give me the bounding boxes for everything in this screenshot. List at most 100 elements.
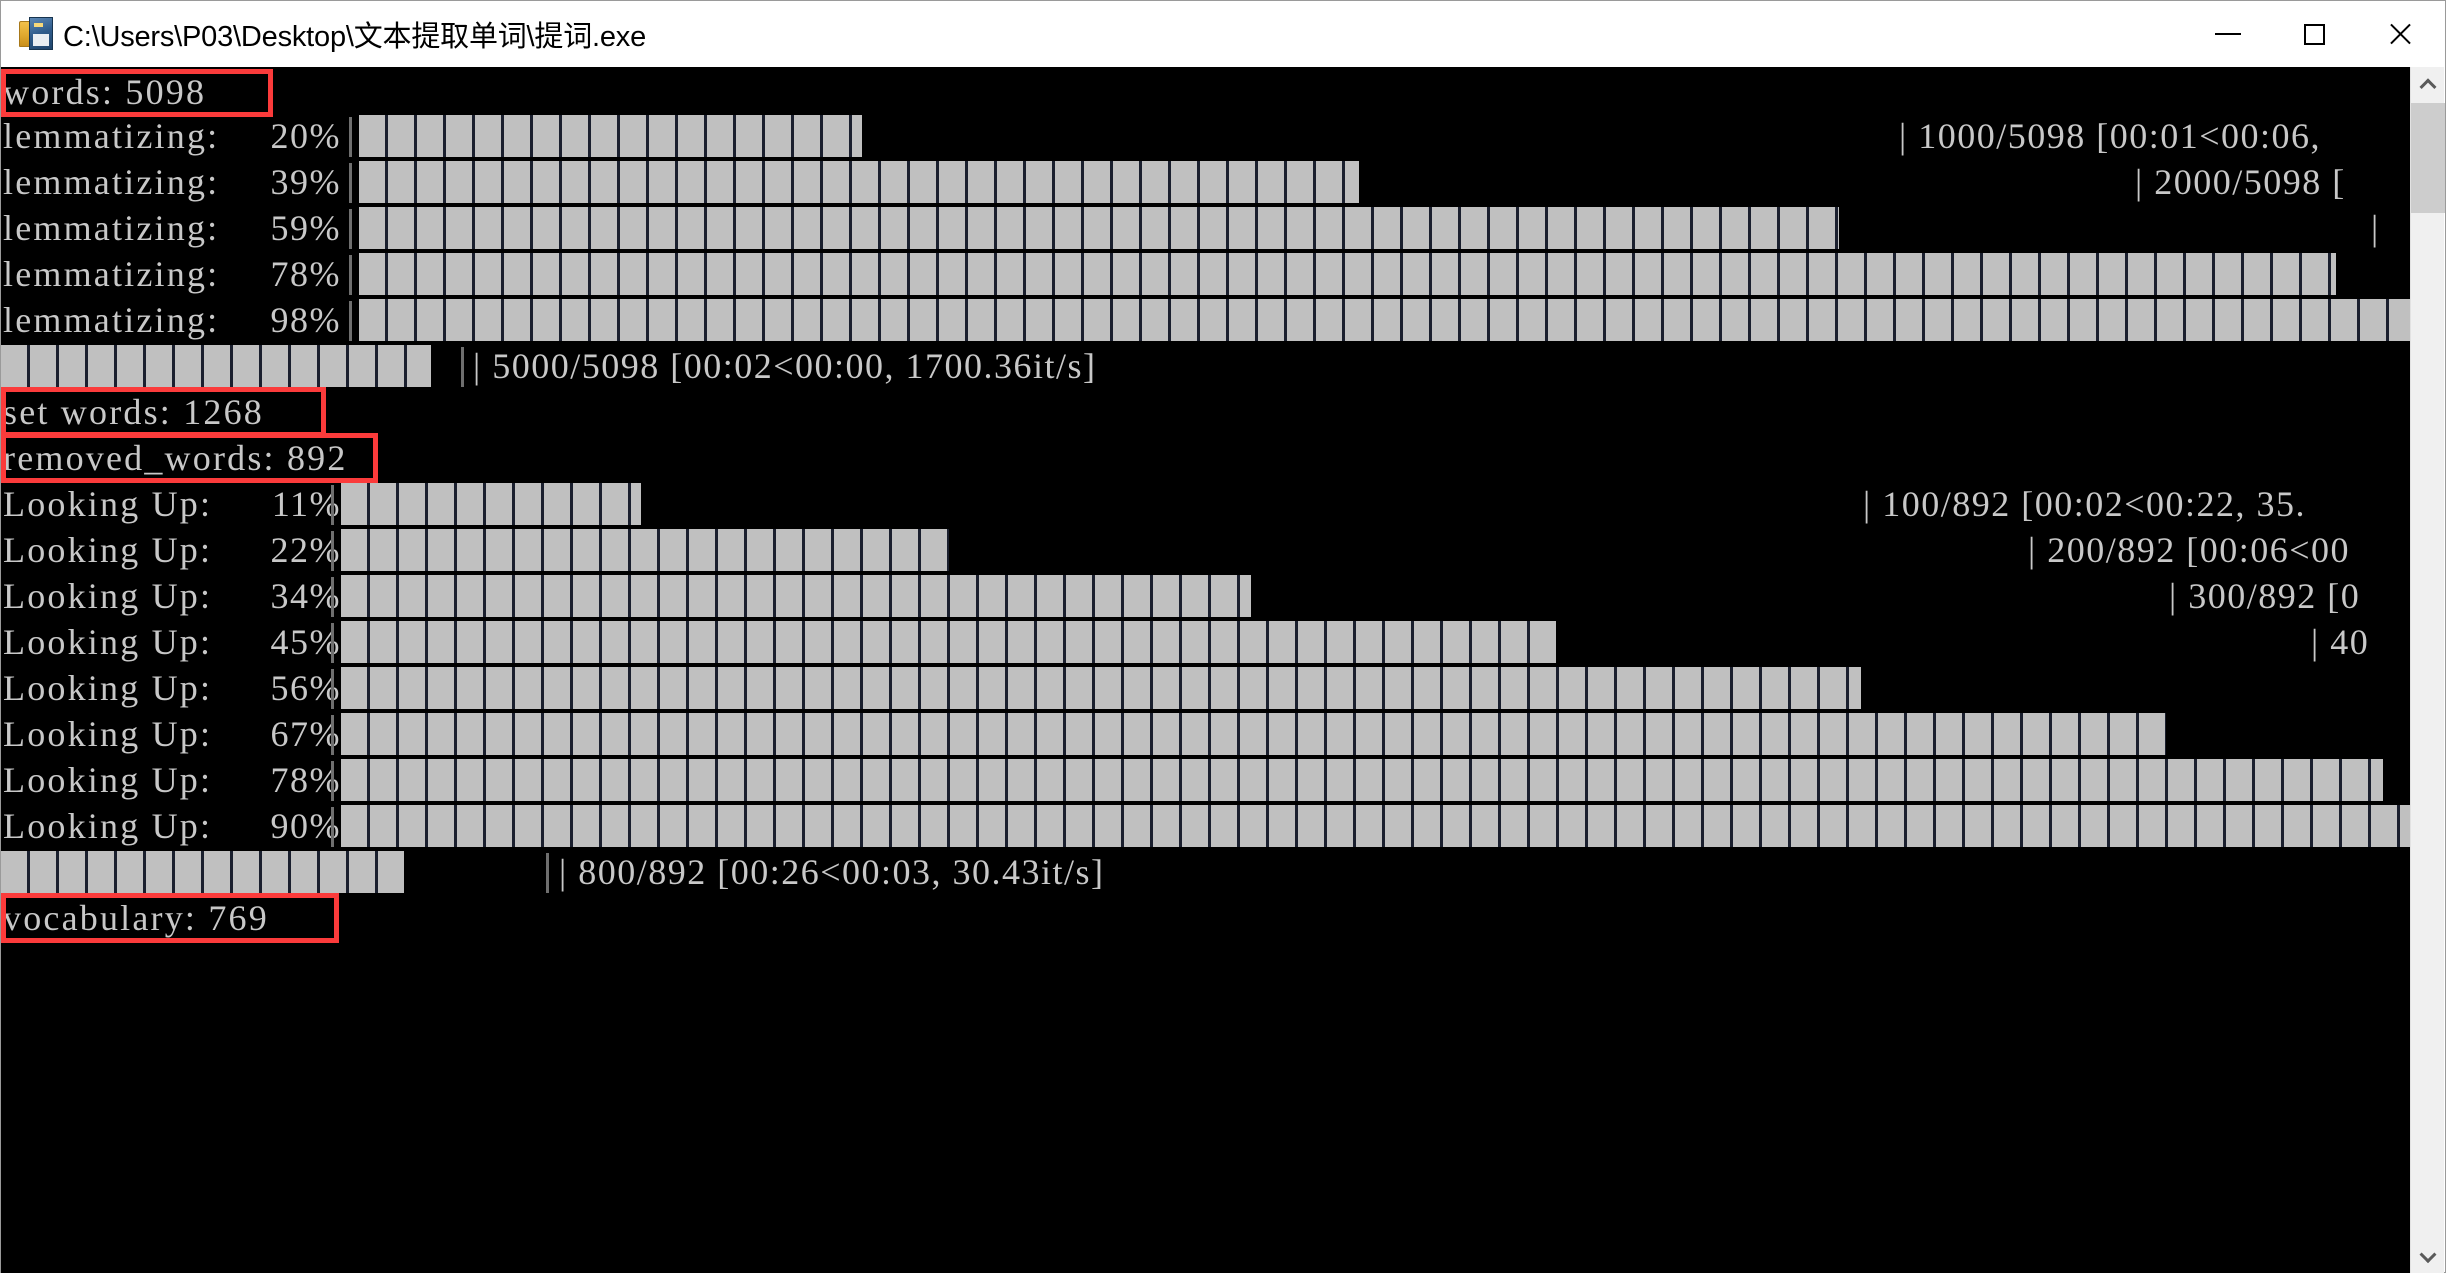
progress-stats: | 5000/5098 [00:02<00:00, 1700.36it/s] [473,346,1097,386]
summary-set-words: set words: 1268 [3,392,264,432]
scroll-thumb[interactable] [2411,103,2445,213]
bar-separator [331,807,334,847]
progress-label: Looking Up: [3,622,213,662]
progress-row-lookingup-2: Looking Up: 22% | 200/892 [00:06<00 [1,527,2411,573]
progress-percent: 78% [270,760,341,800]
progress-bar-fill [359,115,862,157]
progress-row-lookingup-final: | 800/892 [00:26<00:03, 30.43it/s] [1,849,2411,895]
progress-label: Looking Up: [3,484,213,524]
progress-row-lookingup-4: Looking Up: 45% | 40 [1,619,2411,665]
bar-separator [331,715,334,755]
bar-separator [349,209,352,249]
progress-label: lemmatizing: [3,162,220,202]
progress-bar-fill [341,805,2411,847]
console-output-area[interactable]: words: 5098 lemmatizing: 20% | 1000/5098… [1,67,2411,1273]
progress-label: Looking Up: [3,806,213,846]
progress-bar-fill [341,759,2383,801]
bar-separator [331,669,334,709]
vertical-scrollbar[interactable] [2410,67,2445,1273]
progress-percent: 98% [270,300,341,340]
window-controls [2185,2,2443,66]
progress-label: lemmatizing: [3,208,220,248]
progress-label: lemmatizing: [3,254,220,294]
bar-separator [349,301,352,341]
progress-percent: 45% [270,622,341,662]
minimize-button[interactable] [2185,2,2271,66]
bar-separator [331,761,334,801]
progress-percent: 90% [270,806,341,846]
bar-separator [331,623,334,663]
progress-percent: 22% [270,530,341,570]
bar-separator [331,577,334,617]
progress-label: Looking Up: [3,714,213,754]
progress-row-lookingup-3: Looking Up: 34% | 300/892 [0 [1,573,2411,619]
maximize-button[interactable] [2271,2,2357,66]
progress-percent: 78% [270,254,341,294]
window-title: C:\Users\P03\Desktop\文本提取单词\提词.exe [63,21,647,53]
scroll-down-arrow[interactable] [2411,1239,2445,1273]
progress-stats: | 800/892 [00:26<00:03, 30.43it/s] [559,852,1105,892]
bar-separator [331,485,334,525]
bar-separator [331,531,334,571]
chevron-up-icon [2419,78,2437,96]
progress-row-lookingup-7: Looking Up: 78% [1,757,2411,803]
progress-label: Looking Up: [3,668,213,708]
progress-row-lookingup-5: Looking Up: 56% [1,665,2411,711]
scroll-up-arrow[interactable] [2411,67,2445,101]
progress-bar-fill [359,207,1839,249]
progress-bar-fill [341,575,1251,617]
progress-label: Looking Up: [3,760,213,800]
progress-bar-fill [341,529,949,571]
progress-row-lookingup-1: Looking Up: 11% | 100/892 [00:02<00:22, … [1,481,2411,527]
progress-label: lemmatizing: [3,300,220,340]
progress-row-lemmatizing-2: lemmatizing: 39% | 2000/5098 [ [1,159,2411,205]
close-button[interactable] [2357,2,2443,66]
bar-separator [349,117,352,157]
summary-removed-words: removed_words: 892 [3,438,348,478]
progress-bar-fill [341,713,2166,755]
progress-row-lookingup-6: Looking Up: 67% [1,711,2411,757]
progress-stats: | 100/892 [00:02<00:22, 35. [1863,484,2307,524]
progress-row-lemmatizing-1: lemmatizing: 20% | 1000/5098 [00:01<00:0… [1,113,2411,159]
progress-percent: 56% [270,668,341,708]
progress-bar-fill-wrapped [1,851,404,893]
progress-bar-fill [359,299,2411,341]
progress-percent: 39% [270,162,341,202]
progress-percent: 59% [270,208,341,248]
progress-stats: | 1000/5098 [00:01<00:06, [1899,116,2322,156]
progress-row-lemmatizing-4: lemmatizing: 78% [1,251,2411,297]
progress-bar-fill [359,161,1359,203]
chevron-down-icon [2419,1246,2437,1264]
progress-bar-fill-wrapped [1,345,431,387]
progress-bar-fill [341,483,641,525]
maximize-icon [2303,23,2325,45]
progress-stats: | 40 [2311,622,2370,662]
progress-label: lemmatizing: [3,116,220,156]
progress-stats: | [2371,208,2380,248]
console-text: words: 5098 lemmatizing: 20% | 1000/5098… [1,67,2411,1273]
progress-percent: 67% [270,714,341,754]
close-icon [2387,21,2413,47]
bar-separator [461,347,464,387]
progress-label: Looking Up: [3,530,213,570]
progress-row-lemmatizing-final: | 5000/5098 [00:02<00:00, 1700.36it/s] [1,343,2411,389]
minimize-icon [2215,33,2241,35]
bar-separator [546,853,549,893]
progress-row-lookingup-8: Looking Up: 90% [1,803,2411,849]
bar-separator [349,163,352,203]
progress-stats: | 2000/5098 [ [2135,162,2346,202]
progress-percent: 34% [270,576,341,616]
progress-row-lemmatizing-5: lemmatizing: 98% [1,297,2411,343]
console-app-icon [19,17,53,51]
progress-bar-fill [341,621,1556,663]
progress-label: Looking Up: [3,576,213,616]
application-window: C:\Users\P03\Desktop\文本提取单词\提词.exe words… [0,0,2446,1273]
progress-row-lemmatizing-3: lemmatizing: 59% | [1,205,2411,251]
progress-stats: | 200/892 [00:06<00 [2028,530,2351,570]
summary-words: words: 5098 [3,72,207,112]
progress-stats: | 300/892 [0 [2169,576,2361,616]
title-bar[interactable]: C:\Users\P03\Desktop\文本提取单词\提词.exe [1,1,2445,67]
progress-bar-fill [341,667,1861,709]
summary-vocabulary: vocabulary: 769 [3,898,269,938]
progress-bar-fill [359,253,2336,295]
